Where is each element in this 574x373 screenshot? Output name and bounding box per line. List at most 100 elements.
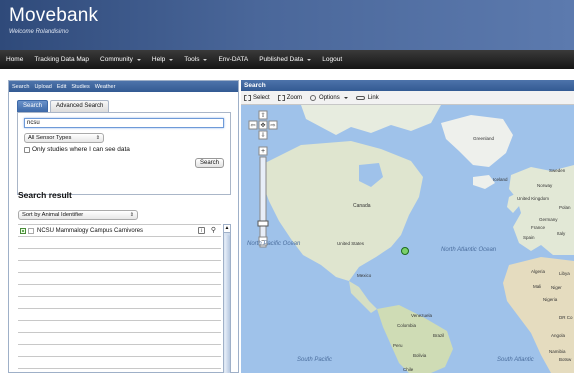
study-location-marker[interactable]	[401, 247, 409, 255]
map-label: Libya	[559, 271, 570, 276]
map-label: Angola	[551, 333, 566, 338]
plus-icon: +	[261, 148, 265, 155]
search-results-list: NCSU Mammalogy Campus Carnivores i ⚲	[18, 224, 221, 373]
nav-published-data[interactable]: Published Data	[259, 56, 312, 63]
list-item	[18, 237, 221, 249]
map-label: France	[531, 225, 546, 230]
result-checkbox[interactable]	[28, 227, 34, 234]
zoom-marquee-icon	[277, 94, 285, 101]
nav-logout[interactable]: Logout	[322, 56, 342, 63]
map-label: United Kingdom	[517, 196, 549, 201]
zoom-track[interactable]	[259, 156, 267, 248]
pan-up-icon: ⇧	[260, 112, 265, 119]
map-panel: Search Select Zoom Options Link ⇧ ⇦ ✥ ⇨ …	[241, 80, 574, 373]
zoom-handle[interactable]	[257, 220, 269, 227]
map-label: Mexico	[357, 273, 372, 278]
toolbar-studies[interactable]: Studies	[71, 84, 89, 90]
only-my-studies-option[interactable]: Only studies where I can see data	[24, 146, 130, 153]
ocean-label: South Atlantic	[497, 357, 534, 363]
nav-home[interactable]: Home	[6, 56, 23, 63]
search-tabs: Search Advanced Search	[17, 100, 231, 112]
only-my-studies-checkbox[interactable]	[24, 146, 30, 153]
sensor-type-value: All Sensor Types	[28, 135, 72, 141]
site-title[interactable]: Movebank	[9, 5, 98, 27]
toolbar-weather[interactable]: Weather	[95, 84, 116, 90]
map-select-tool[interactable]: Select	[244, 94, 270, 101]
nav-tracking-label: Tracking Data Map	[34, 56, 90, 63]
tab-search[interactable]: Search	[17, 100, 49, 112]
select-arrows-icon: ⇕	[129, 212, 134, 218]
nav-help[interactable]: Help	[152, 56, 174, 63]
list-item	[18, 345, 221, 357]
map-label: Colombia	[397, 323, 417, 328]
gear-icon	[310, 94, 317, 101]
map-label: Greenland	[473, 136, 495, 141]
map-label: Canada	[353, 203, 371, 209]
list-item[interactable]: NCSU Mammalogy Campus Carnivores i ⚲	[18, 225, 221, 237]
map-label: Italy	[557, 231, 566, 236]
list-item	[18, 357, 221, 369]
map-label: Botsw	[559, 357, 572, 362]
chevron-down-icon	[169, 58, 174, 61]
chevron-down-icon	[136, 58, 141, 61]
select-marquee-icon	[244, 94, 251, 101]
list-item	[18, 285, 221, 297]
nav-logout-label: Logout	[322, 56, 343, 63]
sensor-type-select[interactable]: All Sensor Types ⇕	[24, 133, 104, 143]
map-label: Peru	[393, 343, 403, 348]
toolbar-edit[interactable]: Edit	[57, 84, 66, 90]
magnifier-icon[interactable]: ⚲	[211, 226, 216, 234]
nav-tools[interactable]: Tools	[184, 56, 208, 63]
map-label: Mali	[533, 284, 541, 289]
ocean-label: South Pacific	[297, 357, 332, 363]
map-toolbar: Select Zoom Options Link	[241, 91, 574, 105]
nav-tracking-data-map[interactable]: Tracking Data Map	[34, 56, 89, 63]
map-label: Sweden	[549, 168, 566, 173]
only-my-studies-label: Only studies where I can see data	[32, 146, 130, 153]
nav-community-label: Community	[100, 56, 133, 63]
map-label: Nigeria	[543, 297, 558, 302]
map-options-menu[interactable]: Options	[310, 94, 348, 101]
results-scrollbar[interactable]: ▲	[223, 224, 231, 373]
scroll-up-arrow-icon[interactable]: ▲	[224, 225, 230, 233]
visibility-toggle-icon[interactable]	[20, 227, 26, 234]
map-label: Chile	[403, 367, 414, 372]
tab-advanced-search[interactable]: Advanced Search	[50, 100, 110, 112]
result-study-name: NCSU Mammalogy Campus Carnivores	[37, 227, 144, 234]
map-label: Namibia	[549, 349, 566, 354]
link-icon	[355, 95, 365, 100]
map-label: Iceland	[493, 177, 508, 182]
list-item	[18, 249, 221, 261]
map-link-button[interactable]: Link	[355, 94, 379, 101]
map-zoom-tool[interactable]: Zoom	[277, 94, 302, 101]
map-link-label: Link	[367, 94, 379, 101]
toolbar-search[interactable]: Search	[12, 84, 29, 90]
list-item	[18, 309, 221, 321]
world-map[interactable]: ⇧ ⇦ ✥ ⇨ ⇩ + − Greenland Iceland Sweden N…	[241, 105, 574, 373]
map-label: Germany	[539, 217, 558, 222]
nav-home-label: Home	[6, 56, 24, 63]
sort-select[interactable]: Sort by Animal Identifier ⇕	[18, 210, 138, 220]
map-options-label: Options	[319, 94, 340, 101]
search-input[interactable]	[24, 118, 224, 128]
list-item	[18, 261, 221, 273]
scroll-thumb[interactable]	[225, 235, 230, 373]
map-label: Venezuela	[411, 313, 433, 318]
search-form: All Sensor Types ⇕ Only studies where I …	[17, 112, 231, 195]
sort-select-value: Sort by Animal Identifier	[22, 212, 84, 218]
toolbar-upload[interactable]: Upload	[34, 84, 51, 90]
map-label: Brazil	[433, 333, 444, 338]
nav-env-data[interactable]: Env-DATA	[218, 56, 248, 63]
map-zoom-slider[interactable]: + −	[257, 146, 269, 248]
map-label: Polan	[559, 205, 571, 210]
map-label: Norway	[537, 183, 553, 188]
nav-tools-label: Tools	[184, 56, 200, 63]
search-button[interactable]: Search	[194, 158, 224, 168]
ocean-label: North Pacific Ocean	[247, 241, 301, 247]
pan-left-icon: ⇦	[250, 123, 255, 129]
nav-community[interactable]: Community	[100, 56, 141, 63]
header-spacer	[0, 69, 574, 80]
list-item	[18, 273, 221, 285]
map-label: DR Co	[559, 315, 573, 320]
info-icon[interactable]: i	[198, 227, 205, 234]
